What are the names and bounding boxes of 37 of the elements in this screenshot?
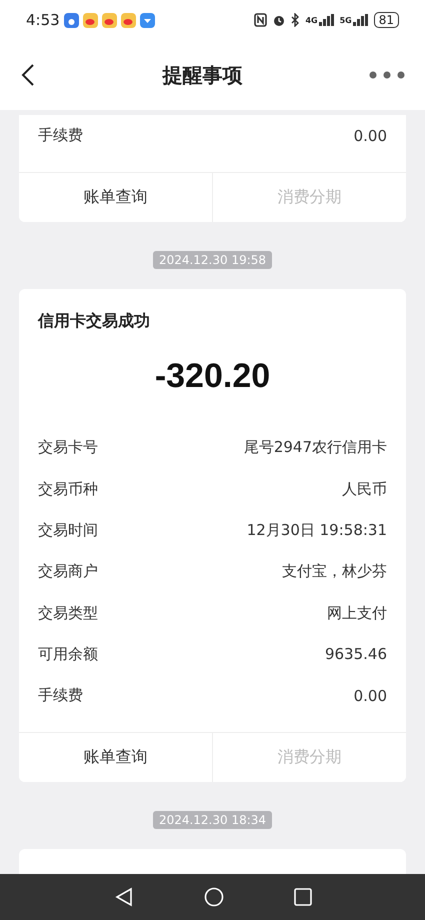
timestamp-label: 2024.12.30 19:58 [152, 251, 272, 270]
field-value: 0.00 [354, 686, 387, 705]
card-title: 信用卡交易成功 [36, 310, 151, 332]
page-title: 提醒事项 [161, 62, 244, 88]
alarm-icon [272, 13, 286, 27]
battery-indicator: 81 [374, 12, 399, 28]
signal-icon [352, 14, 369, 26]
app-notification-icon [120, 12, 136, 28]
app-notification-icon [140, 12, 155, 28]
network-label: 4G [305, 16, 318, 24]
field-value: 0.00 [354, 126, 387, 145]
field-label: 手续费 [38, 126, 83, 146]
field-label: 可用余额 [38, 644, 98, 664]
status-time: 4:53 [26, 11, 60, 29]
amount-text: -320.20 [154, 356, 272, 398]
field-label: 交易时间 [38, 521, 98, 540]
bluetooth-icon [291, 13, 300, 27]
field-value: 9635.46 [324, 645, 387, 664]
field-label: 手续费 [38, 686, 83, 706]
field-value: 支付宝，林少芬 [282, 562, 387, 582]
app-notification-icon [82, 12, 98, 28]
field-value: 12月30日 19:58:31 [246, 521, 387, 540]
field-value: 尾号2947农行信用卡 [244, 438, 387, 458]
network-label: 5G [340, 16, 352, 24]
timestamp-label: 2024.12.30 18:34 [152, 811, 272, 830]
field-label: 交易卡号 [38, 438, 98, 458]
nfc-icon [254, 13, 268, 27]
back-icon [20, 63, 36, 87]
field-value: 人民币 [342, 480, 387, 499]
field-label: 交易类型 [38, 604, 98, 623]
field-label: 交易商户 [38, 562, 98, 582]
app-notification-icon [102, 12, 117, 28]
signal-icon [318, 14, 335, 26]
field-value: 网上支付 [327, 604, 387, 623]
app-notification-icon [64, 12, 79, 28]
field-label: 交易币种 [38, 480, 98, 499]
more-icon [369, 71, 405, 79]
